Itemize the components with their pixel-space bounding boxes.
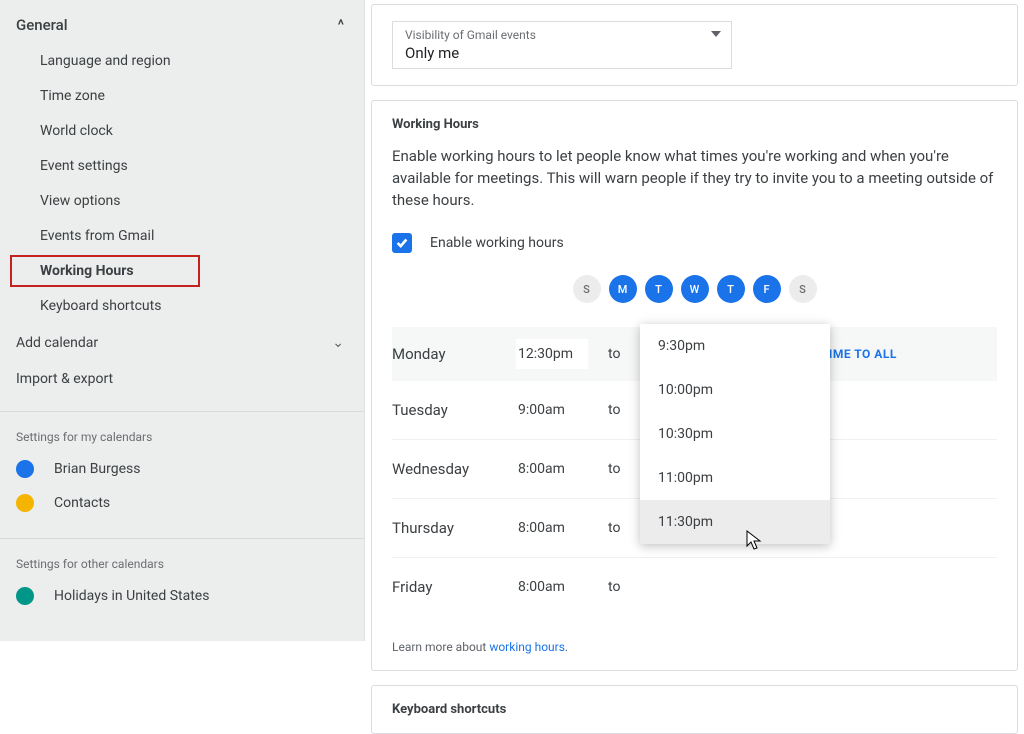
dropdown-item[interactable]: 10:00pm — [640, 368, 830, 412]
nav-item-language-and-region[interactable]: Language and region — [10, 45, 354, 77]
day-chip-sat[interactable]: S — [789, 275, 817, 303]
working-hours-description: Enable working hours to let people know … — [392, 146, 997, 211]
enable-working-hours-label: Enable working hours — [430, 235, 564, 251]
to-text: to — [588, 579, 630, 595]
day-chip-mon[interactable]: M — [609, 275, 637, 303]
nav-item-view-options[interactable]: View options — [10, 185, 354, 217]
calendar-item-contacts[interactable]: Contacts — [0, 486, 364, 520]
to-text: to — [588, 402, 630, 418]
nav-item-world-clock[interactable]: World clock — [10, 115, 354, 147]
caret-down-icon — [711, 37, 721, 53]
working-hours-title: Working Hours — [392, 117, 997, 132]
day-chip-tue[interactable]: T — [645, 275, 673, 303]
learn-more-suffix: . — [565, 640, 568, 654]
chevron-down-icon: ⌄ — [332, 335, 344, 351]
nav-item-working-hours[interactable]: Working Hours — [10, 255, 200, 287]
to-text: to — [588, 346, 630, 362]
to-text: to — [588, 520, 630, 536]
gmail-visibility-card: Visibility of Gmail events Only me — [371, 4, 1018, 86]
my-calendars-list: Brian Burgess Contacts — [0, 452, 364, 524]
nav-item-events-from-gmail[interactable]: Events from Gmail — [10, 220, 354, 252]
chevron-up-icon: ^ — [338, 16, 344, 34]
gmail-visibility-label: Visibility of Gmail events — [405, 28, 719, 42]
settings-sidebar: General ^ Language and region Time zone … — [0, 0, 364, 641]
start-time-input[interactable]: 9:00am — [516, 395, 588, 425]
nav-item-event-settings[interactable]: Event settings — [10, 150, 354, 182]
gmail-visibility-select[interactable]: Visibility of Gmail events Only me — [392, 21, 732, 69]
hours-row-friday: Friday 8:00am to — [392, 558, 997, 616]
nav-import-export[interactable]: Import & export — [0, 361, 364, 397]
gmail-visibility-value: Only me — [405, 44, 719, 62]
day-label: Thursday — [392, 519, 516, 537]
nav-item-keyboard-shortcuts[interactable]: Keyboard shortcuts — [10, 290, 354, 322]
divider — [0, 538, 364, 539]
calendar-color-dot — [16, 494, 34, 512]
check-icon — [395, 236, 409, 250]
start-time-input[interactable]: 8:00am — [516, 513, 588, 543]
nav-section-general-label: General — [16, 16, 68, 34]
dropdown-item[interactable]: 9:30pm — [640, 324, 830, 368]
calendar-item-label: Contacts — [54, 495, 110, 511]
calendar-item-label: Brian Burgess — [54, 461, 140, 477]
nav-add-calendar[interactable]: Add calendar ⌄ — [0, 325, 364, 361]
day-selector-row: S M T W T F S — [392, 275, 997, 303]
learn-more-link[interactable]: working hours — [489, 640, 565, 654]
main-content: Visibility of Gmail events Only me Worki… — [364, 0, 1024, 641]
end-time-dropdown: 9:30pm 10:00pm 10:30pm 11:00pm 11:30pm — [640, 324, 830, 544]
my-calendars-label: Settings for my calendars — [0, 426, 364, 452]
day-chip-thu[interactable]: T — [717, 275, 745, 303]
day-label: Wednesday — [392, 460, 516, 478]
learn-more-prefix: Learn more about — [392, 640, 489, 654]
day-label: Friday — [392, 578, 516, 596]
day-label: Tuesday — [392, 401, 516, 419]
dropdown-item[interactable]: 10:30pm — [640, 412, 830, 456]
dropdown-item[interactable]: 11:00pm — [640, 456, 830, 500]
nav-add-calendar-label: Add calendar — [16, 335, 98, 351]
start-time-input[interactable]: 8:00am — [516, 572, 588, 602]
to-text: to — [588, 461, 630, 477]
other-calendars-list: Holidays in United States — [0, 579, 364, 617]
nav-item-time-zone[interactable]: Time zone — [10, 80, 354, 112]
mouse-cursor-icon — [746, 530, 764, 552]
learn-more-text: Learn more about working hours. — [392, 640, 997, 654]
day-chip-sun[interactable]: S — [573, 275, 601, 303]
enable-working-hours-row: Enable working hours — [392, 233, 997, 253]
day-chip-wed[interactable]: W — [681, 275, 709, 303]
keyboard-shortcuts-title: Keyboard shortcuts — [392, 702, 997, 717]
dropdown-item[interactable]: 11:30pm — [640, 500, 830, 544]
calendar-item-label: Holidays in United States — [54, 588, 209, 604]
calendar-item-holidays-us[interactable]: Holidays in United States — [0, 579, 364, 613]
day-label: Monday — [392, 345, 516, 363]
enable-working-hours-checkbox[interactable] — [392, 233, 412, 253]
keyboard-shortcuts-card: Keyboard shortcuts — [371, 685, 1018, 734]
calendar-color-dot — [16, 587, 34, 605]
divider — [0, 411, 364, 412]
start-time-input[interactable]: 8:00am — [516, 454, 588, 484]
nav-section-general[interactable]: General ^ — [0, 8, 364, 42]
other-calendars-label: Settings for other calendars — [0, 553, 364, 579]
day-chip-fri[interactable]: F — [753, 275, 781, 303]
nav-general-items: Language and region Time zone World cloc… — [0, 42, 364, 325]
start-time-input[interactable]: 12:30pm — [516, 339, 588, 369]
calendar-item-brian-burgess[interactable]: Brian Burgess — [0, 452, 364, 486]
calendar-color-dot — [16, 460, 34, 478]
